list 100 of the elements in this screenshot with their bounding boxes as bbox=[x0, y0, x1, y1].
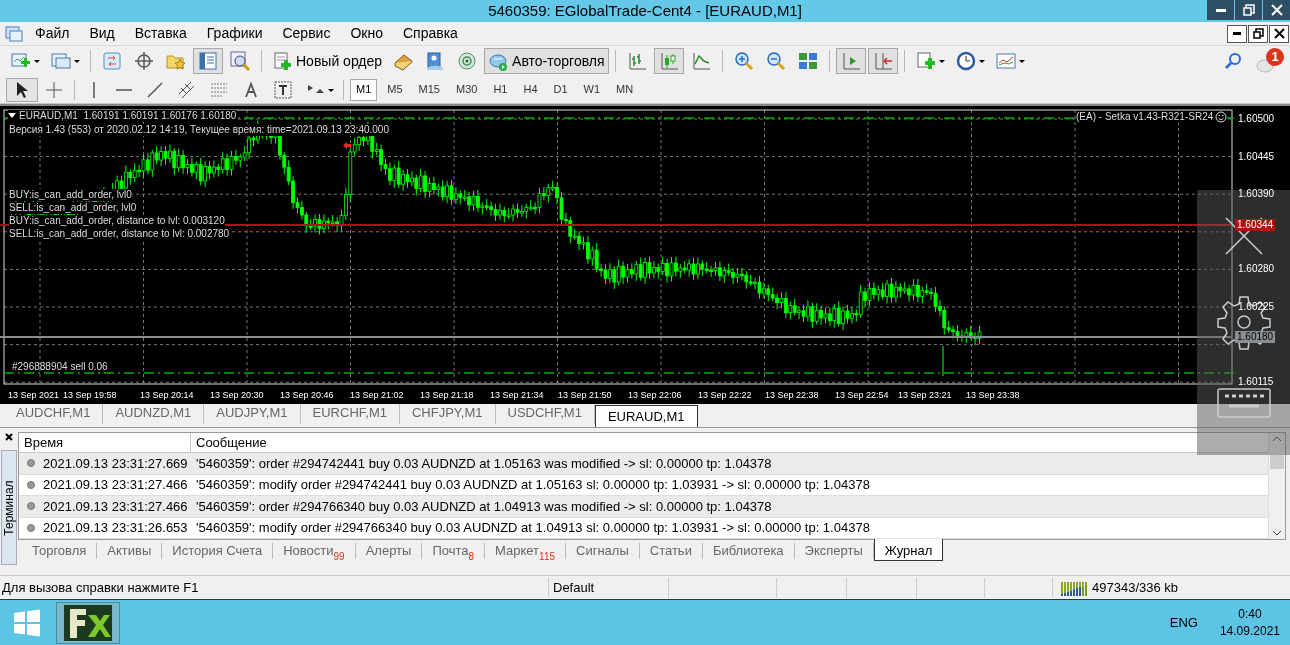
menu-item[interactable]: Вставка bbox=[124, 23, 197, 44]
grid-icon bbox=[796, 50, 819, 72]
price-axis-label: 1.60500 bbox=[1238, 113, 1275, 125]
table-cell-text: 2021.09.13 23:31:26.653 bbox=[43, 519, 188, 537]
chart-tab[interactable]: AUDNZD,M1 bbox=[103, 402, 205, 424]
document-minimize-button[interactable] bbox=[1227, 24, 1247, 43]
taskbar-app-button[interactable] bbox=[56, 601, 120, 644]
terminal-tab[interactable]: Эксперты bbox=[794, 543, 874, 559]
terminal-tab[interactable]: Сигналы bbox=[566, 543, 640, 559]
toolbar-button[interactable] bbox=[867, 48, 898, 74]
restore-icon bbox=[1242, 4, 1255, 16]
time-axis-label: 13 Sep 23:21 bbox=[898, 389, 952, 401]
tool-button[interactable] bbox=[6, 77, 38, 102]
terminal-label: Терминал bbox=[1, 450, 17, 565]
time-axis-label: 13 Sep 21:50 bbox=[558, 389, 612, 401]
table-cell-text: '5460359': order #294742441 buy 0.03 AUDNZD at 1.05163 was modified -> sl: 0.00000 tp: 1.04378 bbox=[195, 454, 772, 473]
time-axis-label: 13 Sep 22:06 bbox=[628, 389, 682, 401]
menu-item[interactable]: Сервис bbox=[272, 23, 341, 44]
timeframe-button[interactable]: M5 bbox=[381, 78, 409, 101]
menu-item[interactable]: Справка bbox=[392, 23, 468, 44]
timeframe-button[interactable]: D1 bbox=[547, 78, 574, 101]
keyboard-icon[interactable] bbox=[1216, 388, 1271, 418]
price-marker: 1.60344 bbox=[1235, 219, 1276, 231]
table-cell-text: '5460359': modify order #294742441 buy 0.03 AUDNZD at 1.05163 sl: 0.00000 tp: 1.03931 -> sl: 0.00000 tp: 1.04378 bbox=[195, 476, 870, 494]
menu-item[interactable]: Вид bbox=[79, 23, 125, 44]
toolbar-button[interactable]: Авто-торговля bbox=[484, 48, 609, 74]
chart-tab[interactable]: AUDCHF,M1 bbox=[4, 402, 104, 424]
terminal-tab[interactable]: Библиотека bbox=[702, 543, 795, 559]
chart-tab[interactable]: USDCHF,M1 bbox=[495, 402, 595, 424]
status-text: 497343/336 kb bbox=[1092, 578, 1179, 597]
document-plus-icon bbox=[914, 50, 945, 72]
toolbar-button[interactable] bbox=[835, 48, 866, 74]
chart-tab[interactable]: AUDJPY,M1 bbox=[204, 402, 301, 424]
status-text: Для вызова справки нажмите F1 bbox=[1, 578, 200, 597]
timeframe-button[interactable]: H1 bbox=[487, 78, 514, 101]
chart-tab[interactable]: CHFJPY,M1 bbox=[399, 402, 496, 424]
menu-item[interactable]: Окно bbox=[340, 23, 393, 44]
count-label: 8 bbox=[468, 552, 475, 562]
start-icon[interactable] bbox=[12, 607, 42, 638]
clock-date: 14.09.2021 bbox=[1219, 622, 1280, 640]
close-button[interactable] bbox=[1262, 0, 1290, 20]
terminal-tab[interactable]: Журнал bbox=[873, 539, 944, 561]
minimize-icon bbox=[1215, 8, 1226, 12]
terminal-tab[interactable]: Статьи bbox=[639, 543, 703, 559]
chart-comment: SELL:is_can_add_order, distance to lvl: 0.002780 bbox=[9, 228, 230, 240]
timeframe-button[interactable]: M1 bbox=[350, 78, 378, 101]
scroll-down-icon bbox=[1272, 529, 1282, 537]
chart-comment: Версия 1.43 (553) от 2020.02.12 14:19, Текущее время: time=2021.09.13 23:40.000 bbox=[9, 124, 389, 136]
table-cell-text: 2021.09.13 23:31:27.466 bbox=[43, 476, 188, 494]
chart-tab[interactable]: EURCHF,M1 bbox=[300, 402, 400, 424]
close-icon[interactable] bbox=[4, 432, 14, 442]
exchange-icon bbox=[101, 50, 123, 72]
minimize-button[interactable] bbox=[1206, 0, 1234, 20]
timeframe-button[interactable]: M30 bbox=[449, 78, 484, 101]
chart-comment: BUY:is_can_add_order, distance to lvl: 0.003120 bbox=[9, 215, 225, 227]
crosshair-icon bbox=[133, 50, 155, 72]
notification-button[interactable]: 1 bbox=[1256, 48, 1284, 74]
horizontal-line-icon bbox=[116, 87, 132, 92]
timeframe-button[interactable]: H4 bbox=[517, 78, 544, 101]
restore-button[interactable] bbox=[1234, 0, 1262, 20]
status-dot-icon bbox=[27, 523, 35, 532]
column-header[interactable]: Сообщение bbox=[191, 433, 1268, 452]
signal-icon bbox=[456, 50, 479, 72]
toolbar-button[interactable] bbox=[193, 48, 223, 74]
document-restore-button[interactable] bbox=[1248, 24, 1268, 43]
status-text: Default bbox=[548, 577, 668, 598]
timeframe-button[interactable]: M15 bbox=[412, 78, 446, 101]
count-label: 115 bbox=[539, 552, 556, 562]
table-cell-text: '5460359': modify order #294766340 buy 0.03 AUDNZD at 1.04913 sl: 0.00000 tp: 1.03931 -> sl: 0.00000 tp: 1.04378 bbox=[195, 519, 870, 537]
close-icon bbox=[1270, 4, 1283, 16]
clock[interactable]: 0:40 14.09.2021 bbox=[1219, 605, 1280, 640]
search-icon[interactable] bbox=[1224, 51, 1244, 71]
language-indicator[interactable]: ENG bbox=[1169, 612, 1198, 633]
zoom-out-icon bbox=[764, 50, 787, 72]
chart-window-icon bbox=[994, 50, 1025, 72]
gear-icon[interactable] bbox=[1215, 294, 1272, 350]
menu-item[interactable]: Файл bbox=[25, 23, 80, 44]
status-dot-icon bbox=[27, 502, 35, 511]
price-axis-label: 1.60390 bbox=[1238, 188, 1275, 201]
terminal-tab[interactable]: История Счета bbox=[162, 543, 274, 559]
chart-comment: SELL:is_can_add_order, lvl0 bbox=[9, 202, 137, 214]
restore-icon bbox=[1252, 28, 1264, 39]
time-axis-label: 13 Sep 19:58 bbox=[63, 389, 117, 401]
close-icon bbox=[1273, 28, 1285, 39]
menu-item[interactable]: Графики bbox=[196, 23, 273, 44]
terminal-tab[interactable]: Торговля bbox=[22, 543, 98, 559]
timeframe-button[interactable]: W1 bbox=[577, 78, 607, 101]
document-close-button[interactable] bbox=[1269, 24, 1289, 43]
terminal-tab[interactable]: Активы bbox=[97, 543, 163, 559]
timeframe-button[interactable]: MN bbox=[610, 78, 640, 101]
scrollbar[interactable] bbox=[1268, 433, 1285, 539]
column-header[interactable]: Время bbox=[19, 433, 191, 452]
terminal-tab[interactable]: Алерты bbox=[355, 543, 423, 559]
price-axis-label: 1.60445 bbox=[1238, 150, 1275, 163]
vertical-line-icon bbox=[92, 81, 96, 98]
connection-bars-icon bbox=[1061, 579, 1088, 596]
scroll-thumb[interactable] bbox=[1270, 455, 1284, 469]
minimize-icon bbox=[1233, 32, 1241, 35]
chart-tab[interactable]: EURAUD,M1 bbox=[594, 405, 698, 427]
toolbar-button[interactable]: Новый ордер bbox=[268, 48, 387, 74]
